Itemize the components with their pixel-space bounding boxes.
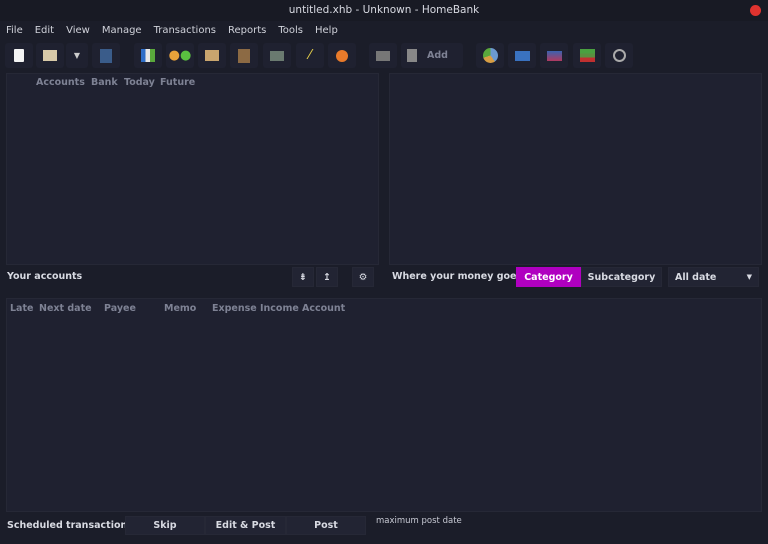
add-transaction-icon [407,49,417,62]
open-file-button[interactable] [36,43,64,68]
save-icon [100,48,112,63]
tab-category[interactable]: Category [516,267,581,287]
chevron-down-icon: ▼ [73,51,81,60]
steering-wheel-icon [612,49,626,62]
col-future[interactable]: Future [160,77,195,88]
menu-view[interactable]: View [60,22,96,40]
expand-icon: ⇟ [299,271,307,283]
manage-budget-button[interactable] [263,43,291,68]
currency-icon [336,49,348,62]
menu-edit[interactable]: Edit [29,22,60,40]
col-accounts[interactable]: Accounts [36,77,85,88]
manage-categories-button[interactable] [198,43,226,68]
title-bar: untitled.xhb - Unknown - HomeBank [0,0,768,21]
report-trend-button[interactable] [508,43,536,68]
menu-bar: File Edit View Manage Transactions Repor… [0,22,768,40]
edit-post-button[interactable]: Edit & Post [205,516,286,535]
menu-reports[interactable]: Reports [222,22,272,40]
skip-button[interactable]: Skip [125,516,205,535]
menu-help[interactable]: Help [309,22,344,40]
add-label: Add [427,50,448,61]
post-button[interactable]: Post [286,516,366,535]
scheduled-panel: Late Next date Payee Memo Expense Income… [6,298,762,512]
col-payee[interactable]: Payee [104,303,136,314]
save-button[interactable] [92,43,120,68]
open-recent-dropdown[interactable]: ▼ [66,43,88,68]
report-balance-button[interactable] [540,43,568,68]
payees-icon: ●● [168,48,192,63]
spending-chart-area [389,73,762,265]
menu-manage[interactable]: Manage [96,22,148,40]
col-next-date[interactable]: Next date [39,303,92,314]
templates-icon [238,48,250,63]
manage-templates-button[interactable] [230,43,258,68]
spending-title: Where your money goes [392,271,523,282]
collapse-icon: ↥ [323,271,331,283]
new-file-button[interactable] [5,43,33,68]
budget-bars-icon [579,49,595,62]
date-range-value: All date [675,271,717,283]
manage-accounts-button[interactable] [134,43,162,68]
col-memo[interactable]: Memo [164,303,196,314]
book-icon [376,50,390,61]
categories-icon [205,50,219,61]
gear-icon: ⚙ [358,271,368,283]
assistant-button[interactable]: ⁄ [296,43,324,68]
col-income[interactable]: Income [260,303,299,314]
area-chart-icon [546,50,562,61]
settings-button[interactable]: ⚙ [352,267,374,287]
col-bank[interactable]: Bank [91,77,118,88]
manage-payees-button[interactable]: ●● [166,43,194,68]
menu-transactions[interactable]: Transactions [148,22,222,40]
col-account[interactable]: Account [302,303,345,314]
close-button[interactable] [750,5,761,16]
accounts-icon [141,49,155,62]
max-post-date-label: maximum post date [376,516,462,526]
date-range-select[interactable]: All date ▼ [668,267,759,287]
trend-chart-icon [514,50,530,61]
accounts-panel: Accounts Bank Today Future [6,73,379,265]
window-title: untitled.xhb - Unknown - HomeBank [288,4,480,16]
expand-all-button[interactable]: ⇟ [292,267,314,287]
open-folder-icon [43,50,57,61]
add-transaction-button[interactable]: Add [401,43,463,68]
tab-subcategory[interactable]: Subcategory [581,267,662,287]
col-today[interactable]: Today [124,77,155,88]
pie-chart-icon [482,48,498,63]
menu-file[interactable]: File [0,22,29,40]
magic-wand-icon: ⁄ [308,48,312,63]
chevron-down-icon: ▼ [746,273,752,281]
col-expense[interactable]: Expense [212,303,257,314]
currency-button[interactable] [328,43,356,68]
show-transactions-button[interactable] [369,43,397,68]
scheduled-title: Scheduled transactions [7,520,133,531]
menu-tools[interactable]: Tools [272,22,309,40]
envelope-icon [270,50,284,61]
col-late[interactable]: Late [10,303,33,314]
report-statistics-button[interactable] [476,43,504,68]
new-file-icon [14,49,24,62]
report-vehicle-button[interactable] [605,43,633,68]
collapse-all-button[interactable]: ↥ [316,267,338,287]
accounts-title: Your accounts [7,271,83,282]
report-budget-button[interactable] [573,43,601,68]
